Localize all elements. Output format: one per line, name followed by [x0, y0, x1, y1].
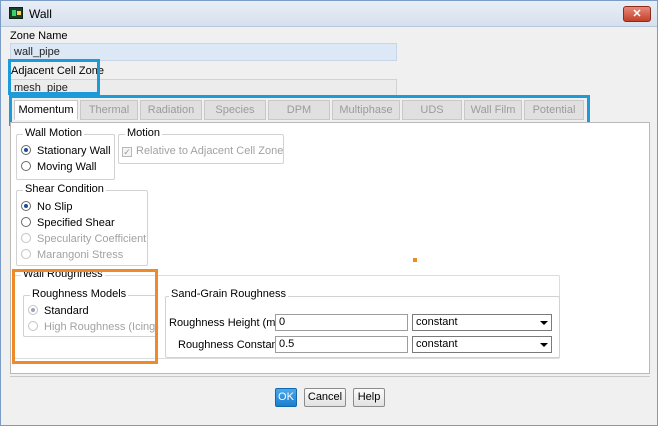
- no-slip-option[interactable]: No Slip: [21, 201, 72, 213]
- zone-name-label: Zone Name: [10, 30, 68, 42]
- marangoni-stress-label: Marangoni Stress: [37, 249, 124, 261]
- radio-icon[interactable]: [21, 217, 31, 227]
- shear-condition-title: Shear Condition: [23, 183, 106, 195]
- relative-motion-option: ✓ Relative to Adjacent Cell Zone: [122, 145, 283, 157]
- specularity-coefficient-label: Specularity Coefficient: [37, 233, 147, 245]
- adjacent-zone-highlight: [8, 59, 100, 95]
- chevron-down-icon: [540, 321, 548, 325]
- specified-shear-option[interactable]: Specified Shear: [21, 217, 115, 229]
- roughness-constant-method-value: constant: [416, 338, 458, 350]
- title-bar: Wall ✕: [1, 1, 657, 27]
- radio-selected-icon[interactable]: [21, 145, 31, 155]
- window-title: Wall: [29, 7, 52, 21]
- stationary-wall-label: Stationary Wall: [37, 145, 111, 157]
- close-button[interactable]: ✕: [623, 6, 651, 22]
- motion-group: Motion ✓ Relative to Adjacent Cell Zone: [118, 127, 284, 164]
- relative-motion-label: Relative to Adjacent Cell Zone: [136, 145, 284, 157]
- marker-dot: [413, 258, 417, 262]
- radio-disabled-icon: [21, 249, 31, 259]
- chevron-down-icon: [540, 343, 548, 347]
- ok-button[interactable]: OK: [275, 388, 297, 407]
- stationary-wall-option[interactable]: Stationary Wall: [21, 145, 111, 157]
- roughness-constant-input[interactable]: 0.5: [275, 336, 408, 353]
- wall-dialog: Wall ✕ Zone Name wall_pipe Adjacent Cell…: [0, 0, 658, 426]
- wall-motion-group: Wall Motion Stationary Wall Moving Wall: [16, 127, 115, 180]
- radio-icon[interactable]: [21, 161, 31, 171]
- checkbox-checked-icon: ✓: [122, 147, 132, 157]
- wall-motion-title: Wall Motion: [23, 127, 85, 139]
- radio-disabled-icon: [21, 233, 31, 243]
- radio-selected-icon[interactable]: [21, 201, 31, 211]
- shear-condition-group: Shear Condition No Slip Specified Shear …: [16, 183, 148, 266]
- wall-roughness-highlight: [12, 269, 158, 364]
- marangoni-stress-option: Marangoni Stress: [21, 249, 123, 261]
- cancel-button[interactable]: Cancel: [304, 388, 346, 407]
- sand-grain-group: Sand-Grain Roughness Roughness Height (m…: [165, 288, 560, 358]
- roughness-height-method-select[interactable]: constant: [412, 314, 552, 331]
- sand-grain-title: Sand-Grain Roughness: [169, 288, 288, 300]
- footer-divider: [10, 376, 650, 377]
- specularity-coefficient-option: Specularity Coefficient: [21, 233, 146, 245]
- motion-title: Motion: [125, 127, 163, 139]
- roughness-constant-method-select[interactable]: constant: [412, 336, 552, 353]
- moving-wall-option[interactable]: Moving Wall: [21, 161, 97, 173]
- moving-wall-label: Moving Wall: [37, 161, 97, 173]
- fluent-app-icon: [9, 7, 23, 19]
- roughness-height-input[interactable]: 0: [275, 314, 408, 331]
- help-button[interactable]: Help: [353, 388, 385, 407]
- specified-shear-label: Specified Shear: [37, 217, 115, 229]
- roughness-height-method-value: constant: [416, 316, 458, 328]
- no-slip-label: No Slip: [37, 201, 73, 213]
- roughness-constant-label: Roughness Constant: [178, 339, 281, 351]
- roughness-height-label: Roughness Height (m): [169, 317, 280, 329]
